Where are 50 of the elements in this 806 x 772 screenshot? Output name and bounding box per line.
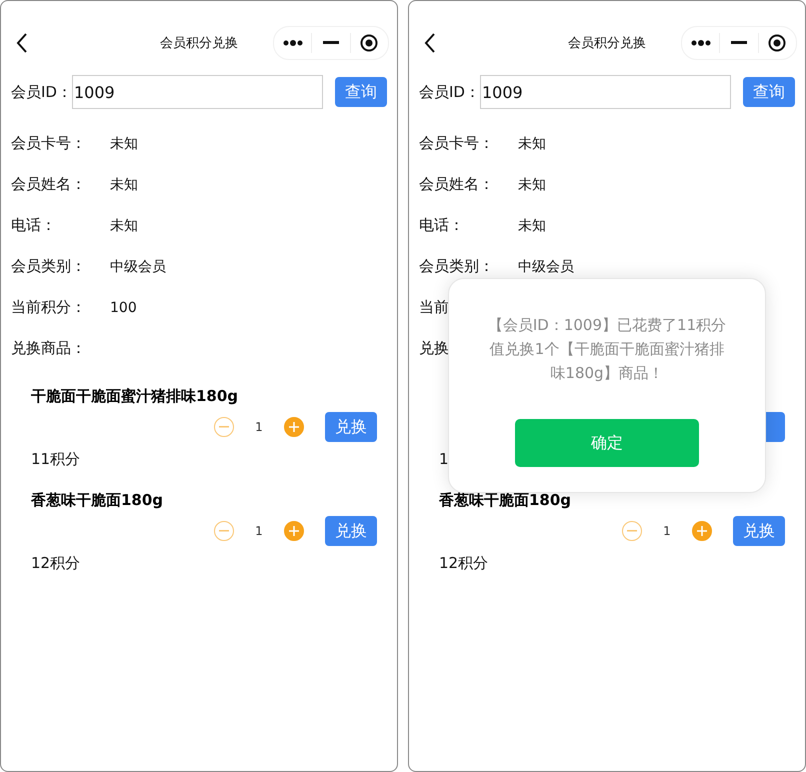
query-button[interactable]: 查询 <box>335 77 387 107</box>
field-value: 未知 <box>518 176 546 194</box>
field-label: 会员卡号： <box>11 134 86 153</box>
field-label: 电话： <box>419 216 464 235</box>
product-name: 香葱味干脆面180g <box>439 490 572 511</box>
field-value: 中级会员 <box>518 258 574 276</box>
product-points: 12积分 <box>31 553 82 574</box>
product-points: 12积分 <box>439 553 490 574</box>
field-label: 会员类别： <box>419 257 494 276</box>
field-value: 中级会员 <box>110 258 166 276</box>
plus-icon <box>697 526 707 536</box>
page-title: 会员积分兑换 <box>160 36 238 51</box>
field-value: 未知 <box>110 134 138 152</box>
field-value: 未知 <box>110 176 138 194</box>
confirm-button[interactable]: 确定 <box>515 419 699 467</box>
product-name: 干脆面干脆面蜜汁猪排味180g <box>31 386 240 407</box>
product-points: 1 <box>439 449 450 470</box>
field-label: 会员姓名： <box>11 175 86 194</box>
field-label: 当前积分： <box>11 298 86 317</box>
field-value: 未知 <box>518 216 546 234</box>
member-id-field[interactable]: 1009 <box>480 75 731 109</box>
minus-icon <box>219 530 229 532</box>
field-label: 会员类别： <box>11 257 86 276</box>
minus-icon <box>627 530 637 532</box>
field-label: 电话： <box>11 216 56 235</box>
plus-icon <box>289 526 299 536</box>
member-id-label: 会员ID： <box>11 82 72 102</box>
member-id-field[interactable]: 1009 <box>72 75 323 109</box>
field-label: 兑换 <box>419 339 449 358</box>
quantity-value: 1 <box>254 524 264 538</box>
dialog-message: 【会员ID：1009】已花费了11积分值兑换1个【干脆面干脆面蜜汁猪排味180g】商品！ <box>487 315 727 384</box>
field-label: 当前 <box>419 298 449 317</box>
page-title: 会员积分兑换 <box>568 36 646 51</box>
product-name: 香葱味干脆面180g <box>31 490 164 511</box>
field-label: 会员卡号： <box>419 134 494 153</box>
field-label: 会员姓名： <box>419 175 494 194</box>
exchange-button[interactable]: 兑换 <box>733 516 785 546</box>
product-points: 11积分 <box>31 449 82 470</box>
exchange-button[interactable]: 兑换 <box>325 412 377 442</box>
minus-icon <box>219 426 229 428</box>
field-label: 兑换商品： <box>11 339 86 358</box>
field-value: 未知 <box>518 134 546 152</box>
field-value: 100 <box>110 300 137 316</box>
plus-icon <box>289 422 299 432</box>
field-value: 未知 <box>110 216 138 234</box>
member-id-label: 会员ID： <box>419 82 480 102</box>
quantity-value: 1 <box>662 524 672 538</box>
query-button[interactable]: 查询 <box>743 77 795 107</box>
quantity-value: 1 <box>254 420 264 434</box>
exchange-button[interactable]: 兑换 <box>325 516 377 546</box>
